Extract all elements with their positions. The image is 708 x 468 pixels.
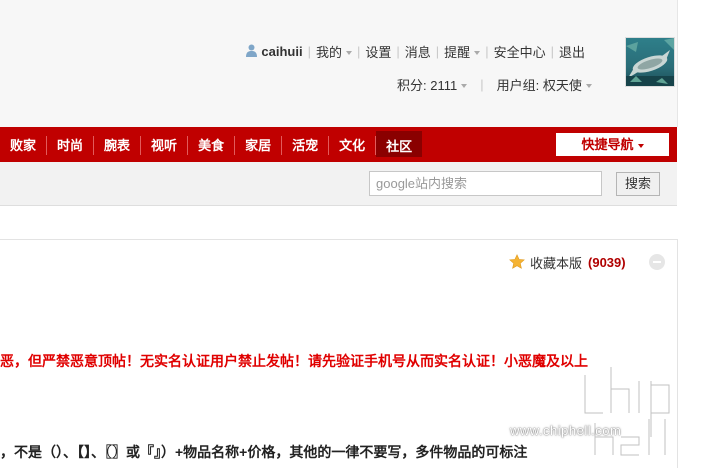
nav-item-1[interactable]: 败家 [0, 136, 46, 155]
usergroup-label: 用户组: 权天使 [496, 77, 582, 93]
user-icon [246, 44, 258, 57]
posting-format-notice: ，不是（）、【】、〖〗或『』）+物品名称+价格，其他的一律不要写，多件物品的可标… [0, 444, 528, 460]
quick-nav-label: 快捷导航 [581, 137, 634, 152]
divider: | [485, 43, 489, 59]
search-button[interactable]: 搜索 [616, 172, 660, 196]
nav-item-7[interactable]: 活宠 [282, 136, 328, 155]
quick-nav-button[interactable]: 快捷导航 [556, 133, 669, 156]
divider: | [435, 43, 440, 59]
nav-item-active[interactable]: 社区 [376, 131, 423, 157]
nav-item-3[interactable]: 腕表 [94, 136, 140, 155]
stats-bar: 积分: 2111 | 用户组: 权天使 [397, 75, 592, 93]
chevron-down-icon [474, 51, 481, 56]
nav-item-4[interactable]: 视听 [141, 136, 187, 155]
nav-item-6[interactable]: 家居 [235, 136, 281, 155]
favorite-count: (9039) [588, 254, 626, 270]
main-nav: 败家 时尚 腕表 视听 美食 家居 活宠 文化 社区 快捷导航 [0, 127, 677, 163]
reminders-menu[interactable]: 提醒 [444, 42, 481, 61]
my-menu-label: 我的 [315, 44, 342, 60]
messages-link[interactable]: 消息 [405, 42, 431, 61]
my-menu[interactable]: 我的 [316, 42, 352, 61]
divider: | [307, 43, 311, 59]
divider: | [396, 43, 400, 59]
avatar[interactable] [625, 37, 675, 87]
reminders-label: 提醒 [444, 44, 471, 60]
watermark-url: www.chiphell.com [510, 423, 622, 438]
user-bar: caihuii | 我的 | 设置 | 消息 | 提醒 | 安全中心 | 退出 [246, 42, 585, 60]
nav-item-2[interactable]: 时尚 [47, 136, 93, 155]
divider: | [356, 43, 361, 59]
divider: | [550, 43, 554, 59]
chevron-down-icon [637, 143, 644, 148]
site-header: caihuii | 我的 | 设置 | 消息 | 提醒 | 安全中心 | 退出 … [0, 0, 678, 127]
forum-rules-notice: 恶，但严禁恶意顶帖！无实名认证用户禁止发帖！请先验证手机号从而实名认证！小恶魔及… [0, 353, 588, 369]
collapse-icon[interactable] [649, 254, 665, 270]
username-link[interactable]: caihuii [261, 44, 302, 59]
chevron-down-icon [585, 84, 592, 89]
search-input[interactable]: google站内搜索 [369, 171, 602, 196]
search-placeholder: google站内搜索 [376, 176, 468, 191]
logout-link[interactable]: 退出 [559, 42, 585, 61]
favorite-label: 收藏本版 [530, 255, 583, 271]
points-menu[interactable]: 积分: 2111 [397, 75, 468, 94]
nav-item-8[interactable]: 文化 [329, 136, 375, 155]
star-icon [509, 254, 525, 270]
chevron-down-icon [461, 84, 468, 89]
nav-item-5[interactable]: 美食 [188, 136, 234, 155]
divider: | [480, 76, 484, 92]
search-bar: google站内搜索 搜索 [0, 162, 677, 206]
usergroup-menu[interactable]: 用户组: 权天使 [497, 75, 592, 94]
favorite-forum[interactable]: 收藏本版 (9039) [509, 253, 626, 271]
settings-link[interactable]: 设置 [365, 42, 391, 61]
points-label: 积分: 2111 [397, 77, 458, 93]
security-center-link[interactable]: 安全中心 [494, 42, 546, 61]
nav-items: 败家 时尚 腕表 视听 美食 家居 活宠 文化 社区 [0, 131, 423, 157]
chevron-down-icon [345, 51, 352, 56]
